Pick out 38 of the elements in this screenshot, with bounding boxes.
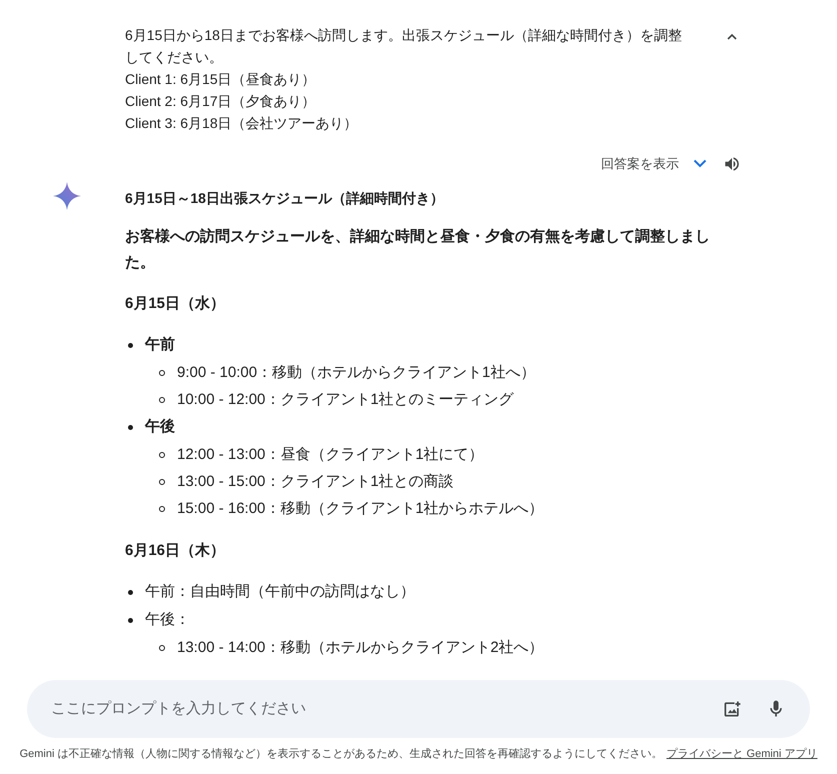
privacy-link[interactable]: プライバシーと Gemini アプリ xyxy=(666,746,818,762)
disclaimer-text: Gemini は不正確な情報（人物に関する情報など）を表示することがあるため、生成された回答を再確認するようにしてください。 xyxy=(20,747,662,762)
list-item-text: 10:00 - 12:00：クライアント1社とのミーティング xyxy=(177,390,514,410)
circle-bullet-icon xyxy=(159,479,165,485)
circle-bullet-icon xyxy=(159,370,165,376)
speaker-icon[interactable] xyxy=(723,154,741,173)
circle-bullet-icon xyxy=(159,452,165,458)
prompt-text: Client 3: 6月18日（会社ツアーあり） xyxy=(125,114,359,133)
prompt-bar[interactable]: ここにプロンプトを入力してください xyxy=(27,680,810,738)
bullet-icon xyxy=(128,425,133,430)
prompt-text: Client 2: 6月17日（夕食あり） xyxy=(125,92,317,111)
list-item-text: 12:00 - 13:00：昼食（クライアント1社にて） xyxy=(177,444,484,465)
bullet-icon xyxy=(128,618,133,623)
list-item-text: 13:00 - 14:00：移動（ホテルからクライアント2社へ） xyxy=(177,638,544,658)
list-item-text: 午後 xyxy=(145,417,175,438)
response-intro: お客様への訪問スケジュールを、詳細な時間と昼食・夕食の有無を考慮して調整しました。 xyxy=(125,226,710,272)
sparkle-icon xyxy=(52,182,80,210)
list-item-text: 9:00 - 10:00：移動（ホテルからクライアント1社へ） xyxy=(177,362,536,383)
chevron-down-icon xyxy=(693,159,707,168)
list-item-text: 午後： xyxy=(145,610,190,630)
circle-bullet-icon xyxy=(159,506,165,512)
circle-bullet-icon xyxy=(159,645,165,651)
prompt-text: 6月15日から18日までお客様へ訪問します。出張スケジュール（詳細な時間付き）を調整してください。 xyxy=(125,26,683,67)
add-image-icon[interactable] xyxy=(722,699,742,719)
list-item-text: 午前 xyxy=(145,335,175,356)
chevron-up-icon xyxy=(726,32,738,40)
list-item-text: 13:00 - 15:00：クライアント1社との商談 xyxy=(177,472,454,492)
response-title: 6月15日～18日出張スケジュール（詳細時間付き） xyxy=(125,188,445,208)
day-heading: 6月16日（木） xyxy=(125,540,226,560)
bullet-icon xyxy=(128,343,133,348)
prompt-input-field[interactable]: ここにプロンプトを入力してください xyxy=(51,698,722,720)
show-drafts-button[interactable]: 回答案を表示 xyxy=(601,154,707,174)
list-item-text: 15:00 - 16:00：移動（クライアント1社からホテルへ） xyxy=(177,498,544,519)
list-item-text: 午前：自由時間（午前中の訪問はなし） xyxy=(145,582,415,602)
prompt-text: Client 1: 6月15日（昼食あり） xyxy=(125,70,317,89)
bullet-icon xyxy=(128,590,133,595)
day-heading: 6月15日（水） xyxy=(125,294,226,314)
circle-bullet-icon xyxy=(159,397,165,403)
